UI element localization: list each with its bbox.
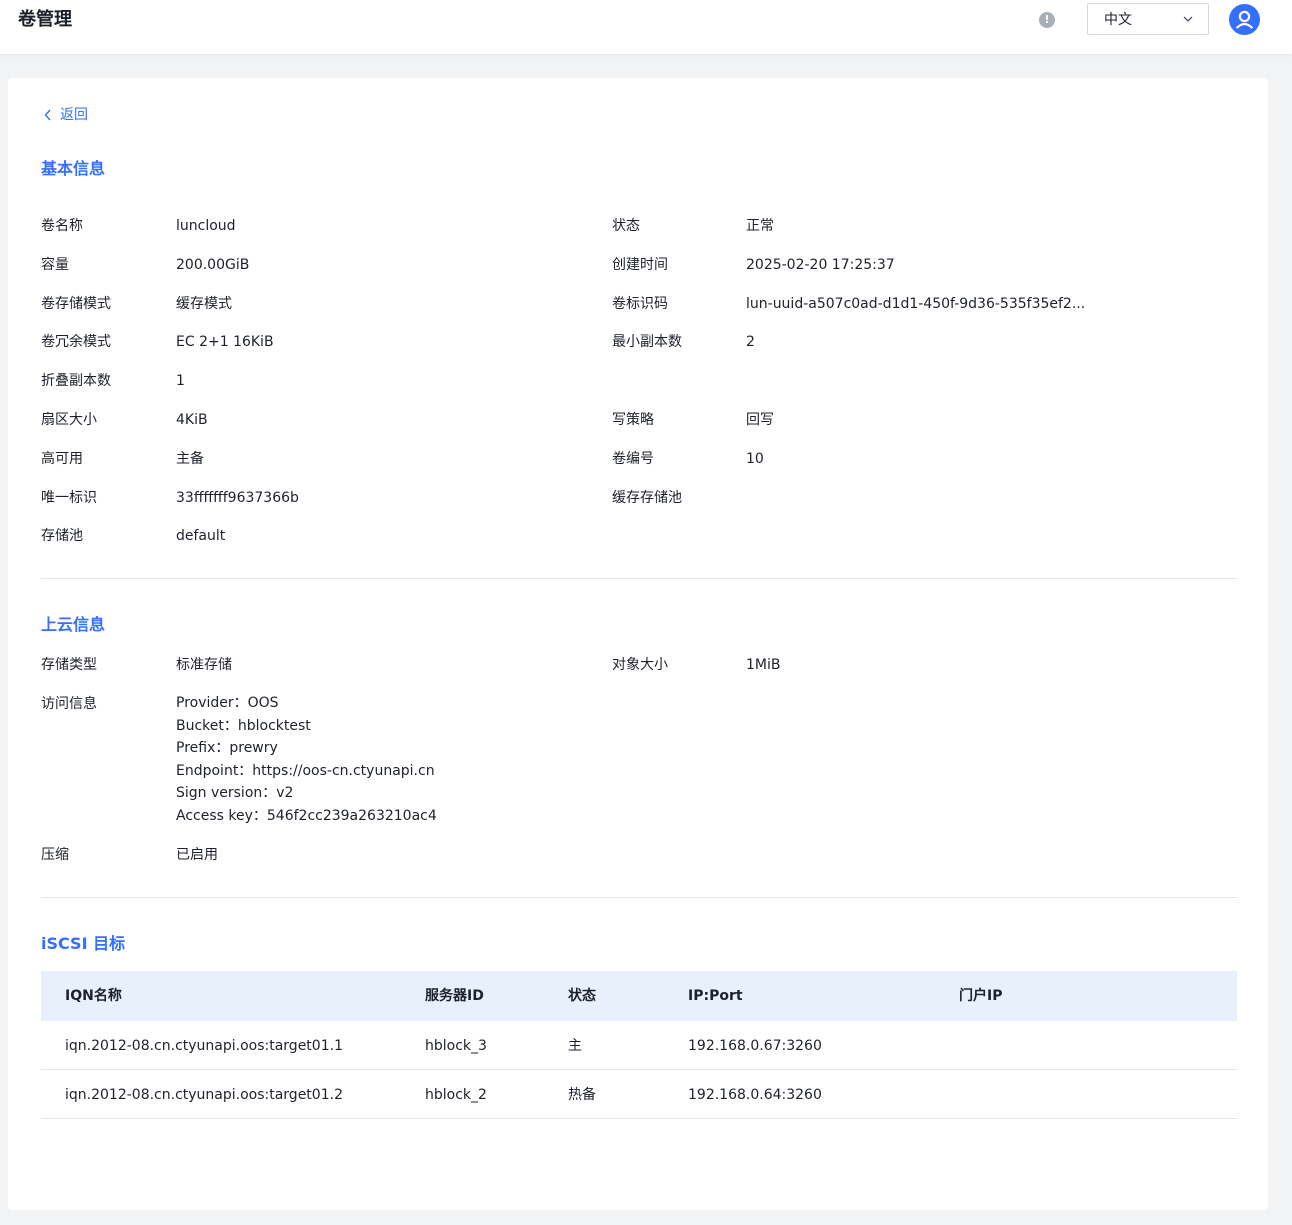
field-label: 最小副本数 — [612, 334, 682, 350]
field-value: 10 — [746, 451, 764, 467]
field-value: 200.00GiB — [176, 257, 250, 273]
divider — [41, 897, 1237, 898]
section-title-basic: 基本信息 — [41, 159, 106, 178]
field-value: 4KiB — [176, 412, 208, 428]
table-cell: 192.168.0.64:3260 — [688, 1087, 822, 1103]
access-info-line: Sign version：v2 — [176, 785, 294, 801]
table-row: iqn.2012-08.cn.ctyunapi.oos:target01.2 h… — [41, 1070, 1237, 1119]
table-cell: hblock_3 — [425, 1038, 487, 1054]
field-value: 已启用 — [176, 847, 218, 863]
table-header: IQN名称 服务器ID 状态 IP:Port 门户IP — [41, 971, 1237, 1021]
table-cell: iqn.2012-08.cn.ctyunapi.oos:target01.1 — [65, 1038, 343, 1054]
table-cell: iqn.2012-08.cn.ctyunapi.oos:target01.2 — [65, 1087, 343, 1103]
field-value: 2025-02-20 17:25:37 — [746, 257, 895, 273]
field-value: luncloud — [176, 218, 236, 234]
field-label: 高可用 — [41, 451, 83, 467]
chevron-down-icon — [1183, 16, 1193, 22]
access-info-line: Endpoint：https://oos-cn.ctyunapi.cn — [176, 762, 435, 779]
column-header: 服务器ID — [425, 988, 484, 1004]
column-header: 门户IP — [959, 988, 1003, 1004]
field-label: 容量 — [41, 257, 69, 273]
field-value: lun-uuid-a507c0ad-d1d1-450f-9d36-535f35e… — [746, 296, 1086, 312]
field-label: 压缩 — [41, 847, 69, 863]
table-cell: 主 — [568, 1038, 582, 1054]
field-label: 折叠副本数 — [41, 373, 111, 389]
section-title-cloud: 上云信息 — [41, 615, 106, 634]
field-value: 主备 — [176, 451, 204, 467]
field-value: 2 — [746, 334, 755, 350]
field-value: 33fffffff9637366b — [176, 490, 299, 506]
field-label: 卷编号 — [612, 451, 654, 467]
column-header: IP:Port — [688, 988, 743, 1004]
field-value: 1 — [176, 373, 185, 389]
table-row: iqn.2012-08.cn.ctyunapi.oos:target01.1 h… — [41, 1021, 1237, 1070]
field-value: 正常 — [746, 218, 774, 234]
field-label: 创建时间 — [612, 257, 668, 273]
info-circle-icon[interactable]: ! — [1039, 12, 1055, 28]
field-label: 卷标识码 — [612, 296, 668, 312]
field-label: 状态 — [612, 218, 640, 234]
field-label: 存储池 — [41, 528, 83, 544]
top-bar: 卷管理 ! 中文 — [0, 0, 1292, 54]
field-label: 写策略 — [612, 412, 654, 428]
section-title-iscsi: iSCSI 目标 — [41, 934, 126, 953]
field-value: 回写 — [746, 412, 774, 428]
access-info-line: Prefix：prewry — [176, 740, 278, 756]
field-label: 卷存储模式 — [41, 296, 111, 312]
table-cell: 192.168.0.67:3260 — [688, 1038, 822, 1054]
field-label: 访问信息 — [41, 696, 97, 712]
column-header: IQN名称 — [65, 988, 122, 1004]
language-select-value: 中文 — [1104, 12, 1132, 28]
page-title: 卷管理 — [18, 9, 72, 30]
field-label: 卷冗余模式 — [41, 334, 111, 350]
back-link[interactable]: 返回 — [44, 106, 88, 124]
divider — [41, 578, 1237, 579]
field-label: 缓存存储池 — [612, 490, 682, 506]
field-value: 缓存模式 — [176, 296, 232, 312]
user-icon — [1236, 10, 1253, 29]
language-select[interactable]: 中文 — [1087, 3, 1209, 35]
access-info-line: Bucket：hblocktest — [176, 717, 311, 734]
access-info: Provider：OOS Bucket：hblocktest Prefix：pr… — [176, 692, 437, 827]
iscsi-table: IQN名称 服务器ID 状态 IP:Port 门户IP iqn.2012-08.… — [41, 971, 1237, 1119]
field-value: 1MiB — [746, 657, 781, 673]
field-label: 对象大小 — [612, 657, 668, 673]
field-label: 存储类型 — [41, 657, 97, 673]
field-label: 卷名称 — [41, 218, 83, 234]
field-value: EC 2+1 16KiB — [176, 334, 274, 350]
access-info-line: Access key：546f2cc239a263210ac4 — [176, 807, 437, 824]
table-cell: 热备 — [568, 1087, 596, 1103]
table-cell: hblock_2 — [425, 1087, 487, 1103]
user-avatar-icon[interactable] — [1229, 4, 1260, 35]
access-info-line: Provider：OOS — [176, 695, 279, 711]
field-value: 标准存储 — [176, 657, 232, 673]
chevron-left-icon — [44, 109, 51, 121]
field-label: 唯一标识 — [41, 490, 97, 506]
column-header: 状态 — [568, 988, 596, 1004]
field-label: 扇区大小 — [41, 412, 97, 428]
field-value: default — [176, 528, 226, 544]
back-link-label: 返回 — [60, 107, 88, 123]
